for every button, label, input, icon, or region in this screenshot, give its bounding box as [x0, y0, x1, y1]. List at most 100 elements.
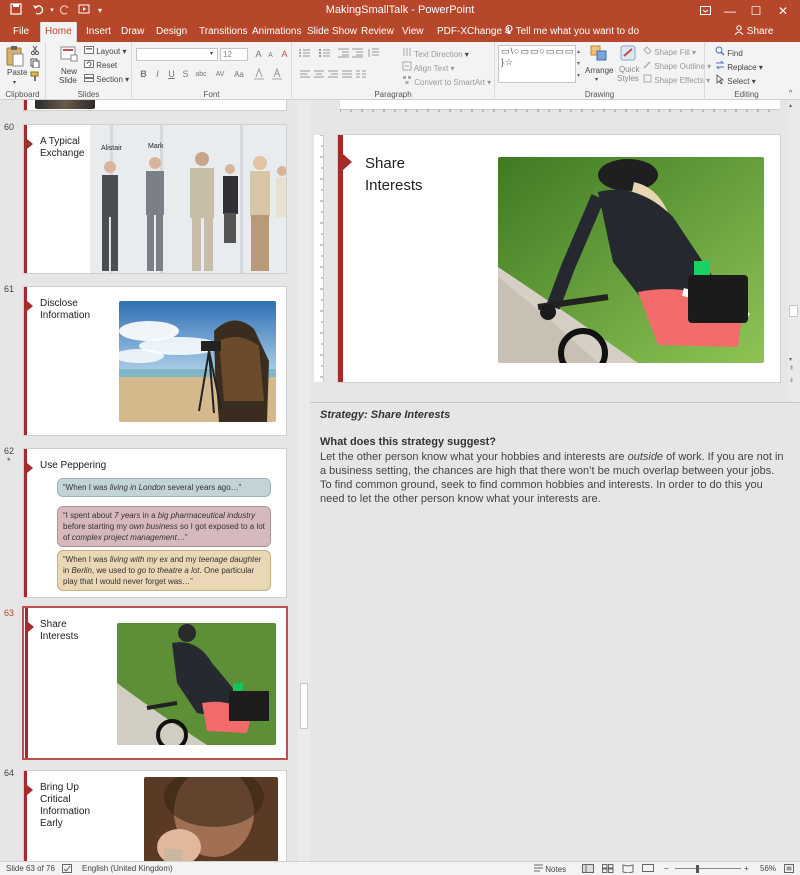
- tab-file[interactable]: File: [9, 22, 33, 42]
- replace-button[interactable]: Replace ▾: [715, 60, 763, 73]
- zoom-level[interactable]: 56%: [760, 864, 776, 873]
- font-size-box[interactable]: 12: [220, 48, 248, 61]
- zoom-slider[interactable]: [675, 868, 741, 869]
- reset-button[interactable]: Reset: [84, 60, 117, 71]
- tab-transitions[interactable]: Transitions: [195, 22, 252, 42]
- tab-pdf-xchange[interactable]: PDF-XChange 4: [433, 22, 514, 42]
- scroll-up-icon[interactable]: ▴: [789, 102, 792, 109]
- zoom-in-button[interactable]: +: [744, 864, 749, 873]
- slide-thumbnail-64[interactable]: Bring Up Critical Information Early: [23, 770, 287, 861]
- slide-thumbnail-63[interactable]: Share Interests: [22, 606, 288, 760]
- strikethrough-button[interactable]: S: [180, 69, 191, 80]
- new-slide-label2[interactable]: Slide: [59, 76, 77, 86]
- tab-slide-show[interactable]: Slide Show: [303, 22, 361, 42]
- slide-thumbnail-60[interactable]: A Typical Exchange Alistair Mark: [23, 124, 287, 274]
- line-spacing-icon[interactable]: [368, 48, 380, 61]
- bold-button[interactable]: B: [138, 69, 149, 80]
- paste-label[interactable]: Paste: [7, 68, 27, 78]
- font-name-dropdown-icon[interactable]: ▾: [210, 49, 213, 59]
- scrollbar-thumb[interactable]: [300, 683, 308, 729]
- scrollbar-thumb[interactable]: [789, 305, 798, 317]
- slide-show-icon[interactable]: [642, 864, 654, 875]
- clear-formatting-button[interactable]: A: [279, 49, 290, 60]
- next-slide-icon[interactable]: ⇓: [789, 378, 794, 385]
- share-button[interactable]: Share: [734, 22, 773, 42]
- main-scrollbar[interactable]: ▴ ▾ ⇑ ⇓: [788, 100, 800, 402]
- tab-design[interactable]: Design: [152, 22, 191, 42]
- font-name-box[interactable]: [136, 48, 218, 61]
- zoom-out-button[interactable]: −: [664, 864, 669, 873]
- grow-font-button[interactable]: A: [253, 49, 264, 60]
- minimize-button[interactable]: —: [717, 0, 743, 22]
- justify-icon[interactable]: [342, 70, 353, 82]
- normal-view-icon[interactable]: [582, 864, 594, 875]
- paste-dropdown-icon[interactable]: ▾: [13, 78, 16, 88]
- increase-indent-icon[interactable]: [352, 48, 364, 61]
- slide-thumbnail-61[interactable]: Disclose Information: [23, 286, 287, 436]
- slide-sorter-icon[interactable]: [602, 864, 614, 875]
- text-shadow-button[interactable]: abc: [193, 69, 209, 80]
- numbering-icon[interactable]: [318, 48, 334, 61]
- find-button[interactable]: Find: [715, 46, 743, 59]
- collapse-ribbon-icon[interactable]: ^: [789, 89, 792, 99]
- align-right-icon[interactable]: [328, 70, 339, 82]
- highlight-icon[interactable]: [254, 67, 264, 83]
- change-case-button[interactable]: Aa: [232, 69, 246, 80]
- zoom-slider-thumb[interactable]: [696, 865, 699, 873]
- tell-me-search[interactable]: Tell me what you want to do: [505, 22, 639, 42]
- tab-animations[interactable]: Animations: [248, 22, 305, 42]
- notes-toggle[interactable]: Notes: [534, 864, 566, 874]
- quick-styles-label2[interactable]: Styles: [617, 74, 639, 84]
- layout-button[interactable]: Layout ▾: [84, 46, 127, 57]
- new-slide-icon[interactable]: [60, 45, 78, 66]
- close-button[interactable]: ✕: [770, 0, 796, 22]
- align-left-icon[interactable]: [300, 70, 311, 82]
- shape-effects-button[interactable]: Shape Effects ▾: [643, 74, 710, 86]
- reading-view-icon[interactable]: [622, 864, 634, 875]
- slide-thumbnail-62[interactable]: Use Peppering “When I was living in Lond…: [23, 448, 287, 598]
- cyclist-image[interactable]: [498, 157, 764, 363]
- quick-styles-icon[interactable]: [620, 45, 636, 64]
- align-center-icon[interactable]: [314, 70, 325, 82]
- cut-icon[interactable]: [30, 45, 40, 58]
- paste-button[interactable]: [6, 45, 24, 70]
- font-color-icon[interactable]: [272, 67, 282, 83]
- section-button[interactable]: Section ▾: [84, 74, 129, 85]
- slide-panel-scrollbar[interactable]: [298, 100, 310, 861]
- bullets-icon[interactable]: [298, 48, 314, 61]
- decrease-indent-icon[interactable]: [338, 48, 350, 61]
- underline-button[interactable]: U: [166, 69, 177, 80]
- text-direction-button[interactable]: Text Direction ▾: [402, 47, 469, 60]
- previous-slide-icon[interactable]: ⇑: [789, 366, 794, 373]
- shape-outline-button[interactable]: Shape Outline ▾: [643, 60, 711, 72]
- tab-insert[interactable]: Insert: [82, 22, 115, 42]
- arrange-dropdown-icon[interactable]: ▾: [595, 75, 598, 85]
- shapes-more-icon[interactable]: ▴ ▾ ▾: [577, 46, 580, 82]
- tab-view[interactable]: View: [398, 22, 428, 42]
- slide-thumbnail-partial[interactable]: [23, 100, 287, 111]
- format-painter-icon[interactable]: [30, 71, 40, 84]
- tab-draw[interactable]: Draw: [117, 22, 148, 42]
- shape-fill-button[interactable]: Shape Fill ▾: [643, 46, 696, 58]
- ribbon-display-icon[interactable]: [692, 0, 718, 22]
- slide-title[interactable]: Share Interests: [365, 153, 465, 197]
- arrange-icon[interactable]: [590, 45, 608, 64]
- character-spacing-button[interactable]: AV: [212, 69, 228, 80]
- columns-icon[interactable]: [356, 70, 367, 82]
- convert-smartart-button[interactable]: Convert to SmartArt ▾: [402, 75, 491, 88]
- italic-button[interactable]: I: [152, 69, 163, 80]
- copy-icon[interactable]: [30, 58, 40, 71]
- shapes-gallery[interactable]: ▭\○▭▭○▭▭▭△⌐⌐⇨⇩⇧◇\⌒⌒{ }☆: [498, 45, 576, 83]
- spellcheck-icon[interactable]: [62, 864, 72, 875]
- select-button[interactable]: Select ▾: [715, 74, 756, 87]
- maximize-button[interactable]: ☐: [743, 0, 769, 22]
- current-slide[interactable]: Share Interests: [337, 134, 781, 383]
- shrink-font-button[interactable]: A: [265, 50, 276, 61]
- language-indicator[interactable]: English (United Kingdom): [82, 864, 173, 873]
- notes-pane[interactable]: Strategy: Share Interests What does this…: [310, 402, 800, 861]
- align-text-button[interactable]: Align Text ▾: [402, 61, 455, 74]
- tab-review[interactable]: Review: [357, 22, 398, 42]
- scroll-down-icon[interactable]: ▾: [789, 356, 792, 363]
- fit-to-window-icon[interactable]: [784, 864, 794, 875]
- tab-home[interactable]: Home: [40, 22, 77, 42]
